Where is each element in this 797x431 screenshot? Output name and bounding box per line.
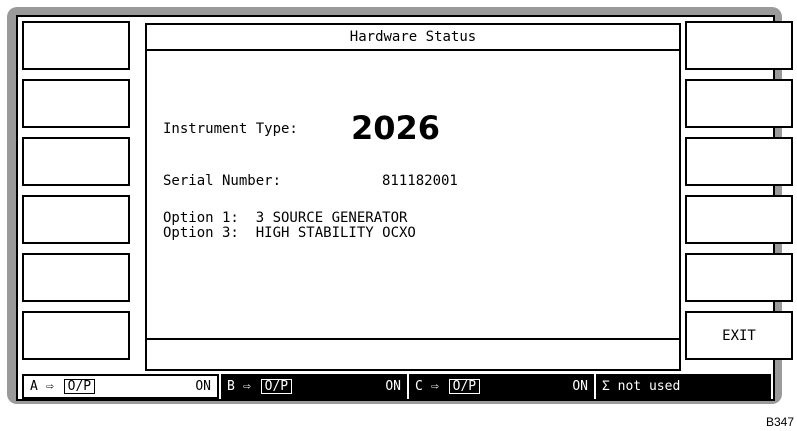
output-status-bar: A ⇨ O/P ON B ⇨ O/P ON C ⇨ O/P ON Σ not u… [22,374,771,399]
source-a-status: A ⇨ O/P ON [22,374,219,399]
exit-softkey[interactable]: EXIT [685,311,793,360]
softkey-left-4[interactable] [22,195,130,244]
option-label: Option 3: [163,225,239,241]
arrow-right-icon: ⇨ [45,379,54,394]
softkey-left-1[interactable] [22,21,130,70]
output-port-badge: O/P [63,379,96,394]
softkey-right-2[interactable] [685,79,793,128]
softkey-left-5[interactable] [22,253,130,302]
option-line: Option 3: HIGH STABILITY OCXO [163,226,416,241]
softkey-left-6[interactable] [22,311,130,360]
softkey-right-3[interactable] [685,137,793,186]
option-line: Option 1: 3 SOURCE GENERATOR [163,211,407,226]
option-value: 3 SOURCE GENERATOR [255,210,408,226]
figure-reference: B347 [765,415,794,429]
output-port-badge: O/P [448,379,481,394]
panel-title: Hardware Status [147,25,679,51]
output-state: ON [385,379,401,394]
arrow-right-icon: ⇨ [242,379,251,394]
output-state: ON [195,379,211,394]
panel-message-bar [147,338,679,369]
hardware-status-panel: Hardware Status Instrument Type: 2026 Se… [145,23,681,371]
softkey-left-2[interactable] [22,79,130,128]
instrument-type-label: Instrument Type: [163,121,298,137]
output-port-badge: O/P [260,379,293,394]
sigma-status: Σ not used [594,374,771,399]
source-b-status: B ⇨ O/P ON [219,374,407,399]
option-label: Option 1: [163,210,239,226]
softkey-right-4[interactable] [685,195,793,244]
softkey-right-1[interactable] [685,21,793,70]
instrument-type-value: 2026 [351,109,441,147]
instrument-screen: EXIT Hardware Status Instrument Type: 20… [16,15,793,401]
sigma-status-text: Σ not used [602,379,681,394]
option-value: HIGH STABILITY OCXO [255,225,416,241]
softkey-right-5[interactable] [685,253,793,302]
source-label: B [227,379,235,394]
arrow-right-icon: ⇨ [430,379,439,394]
serial-number-label: Serial Number: [163,173,282,189]
source-c-status: C ⇨ O/P ON [407,374,594,399]
softkey-left-3[interactable] [22,137,130,186]
output-state: ON [572,379,588,394]
serial-number-value: 811182001 [382,173,458,189]
source-label: C [415,379,423,394]
source-label: A [30,379,38,394]
